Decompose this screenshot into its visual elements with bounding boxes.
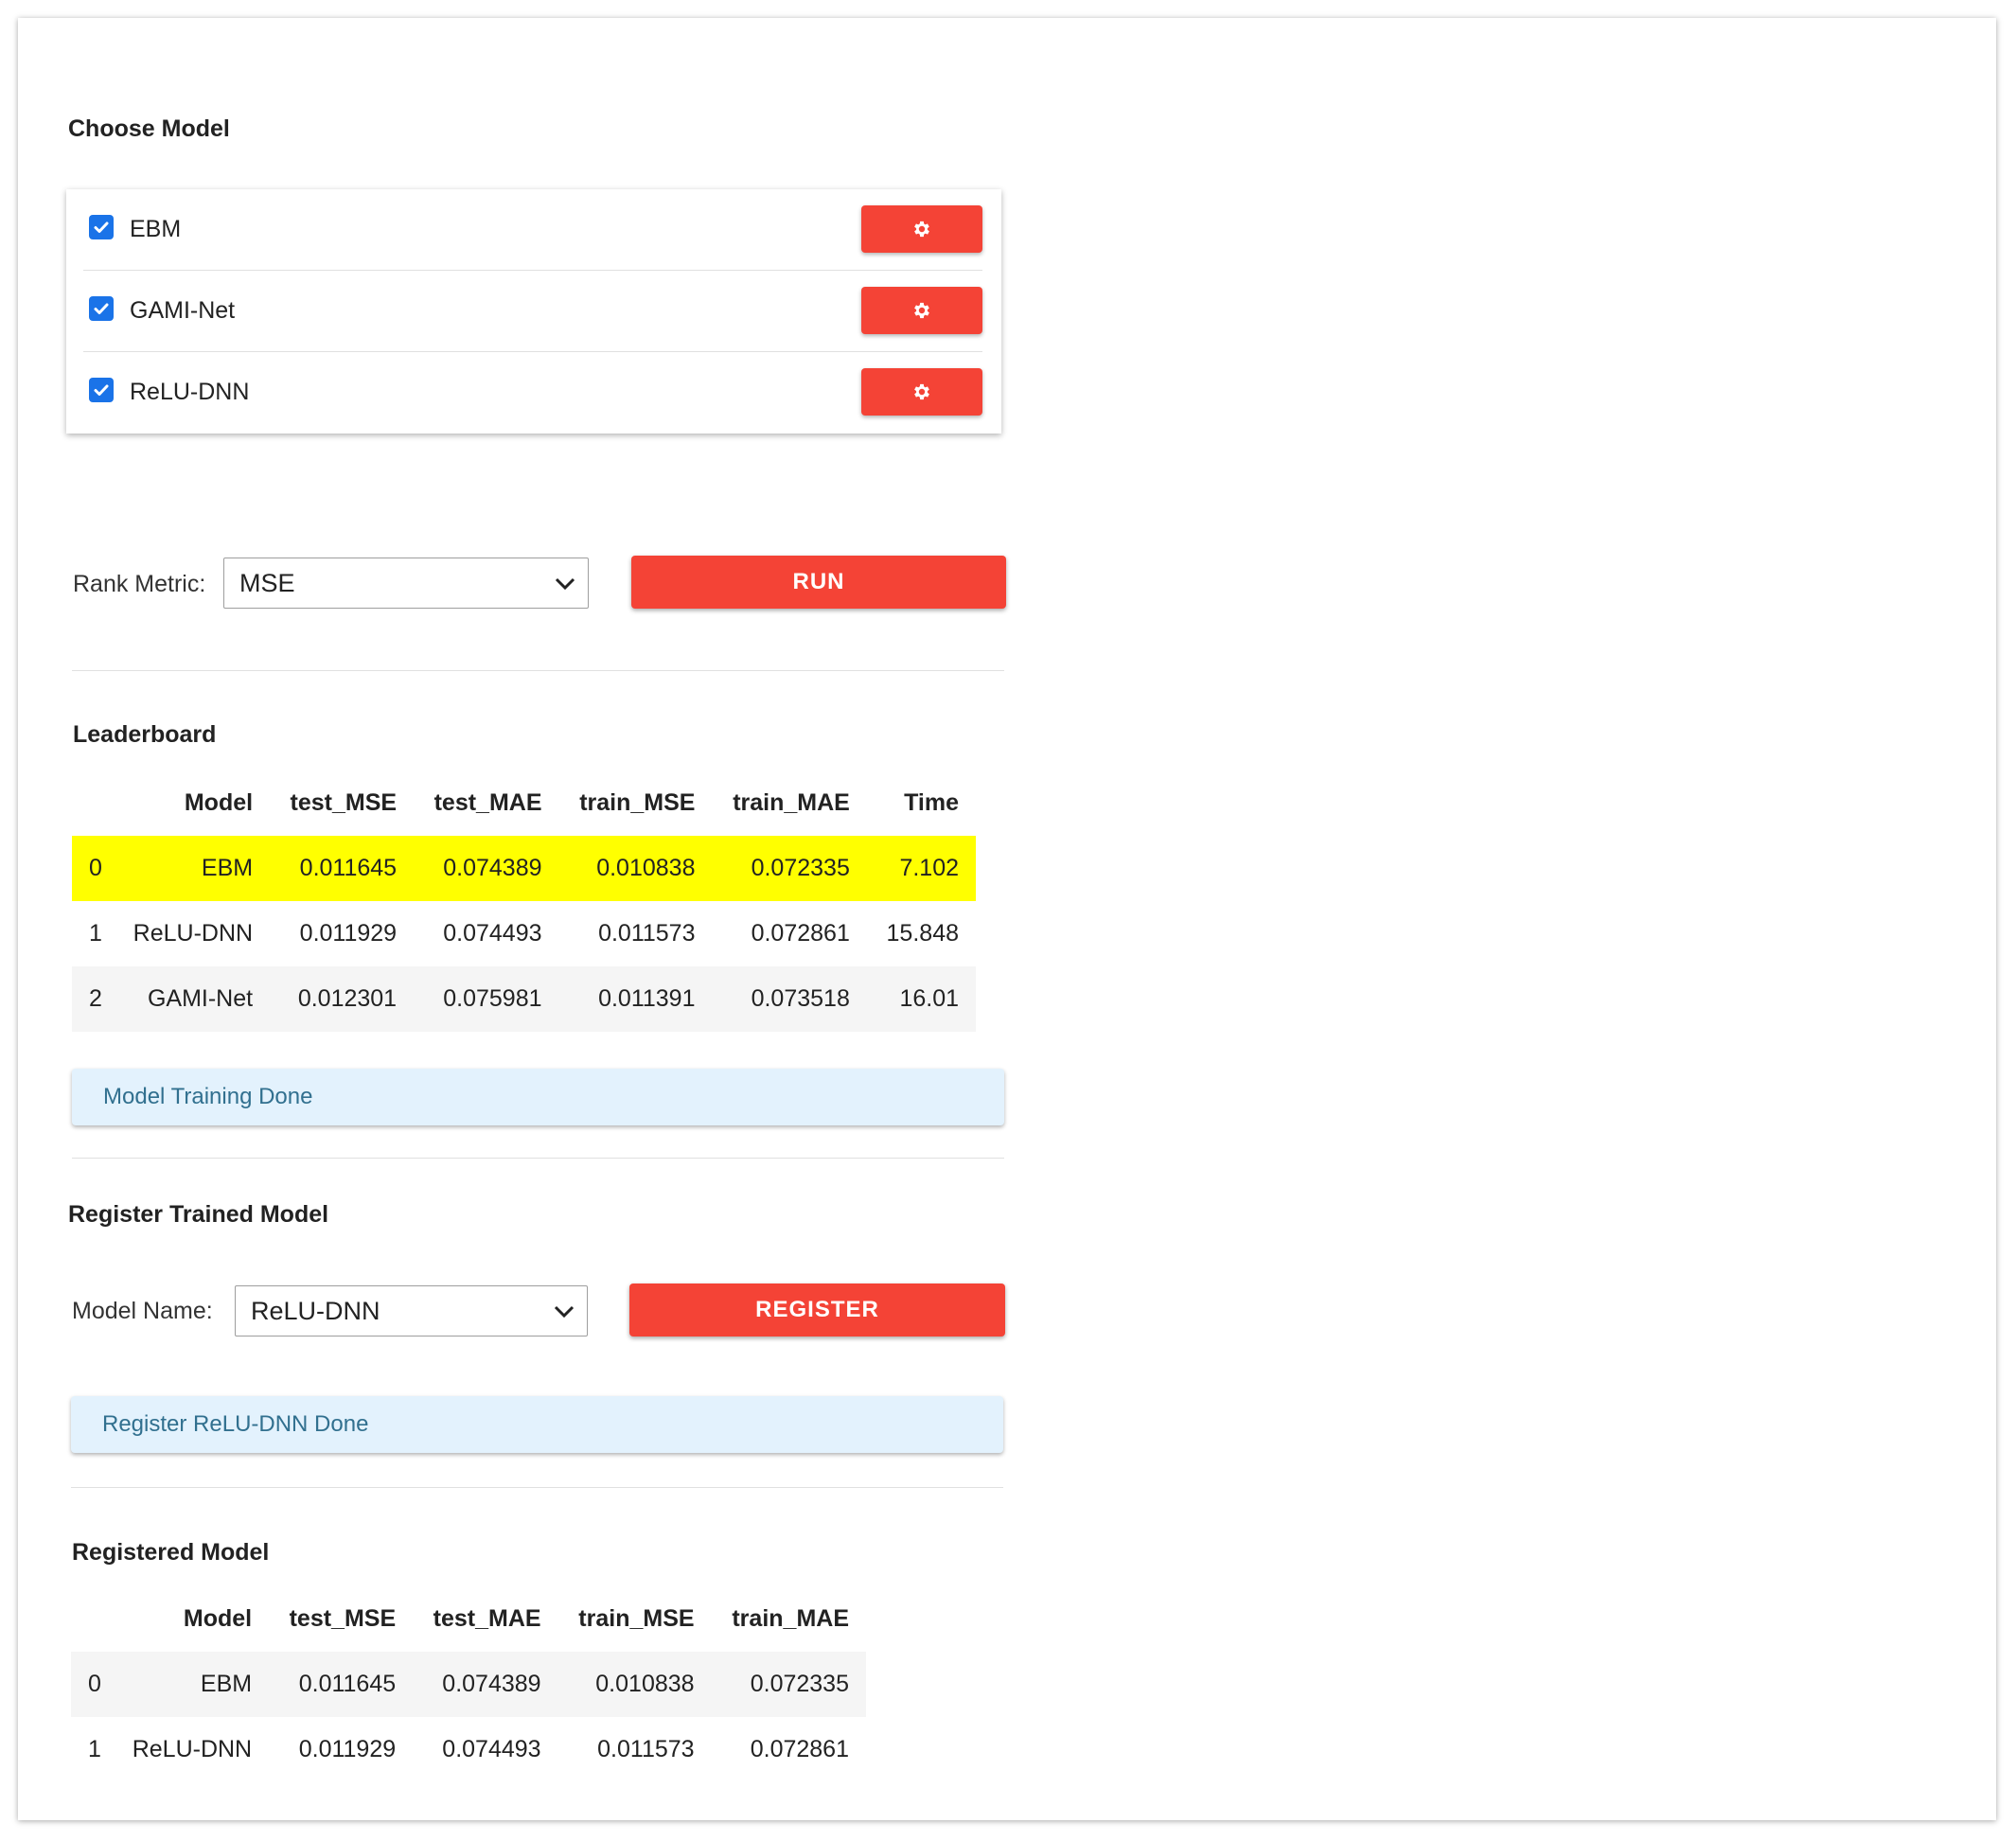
table-cell: 0.011573 bbox=[598, 920, 696, 947]
leaderboard-table: Model test_MSE test_MAE train_MSE train_… bbox=[72, 770, 976, 1032]
table-cell: 0.011645 bbox=[269, 1652, 414, 1717]
divider bbox=[72, 670, 1004, 671]
table-row: 1 ReLU-DNN 0.011929 0.074493 0.011573 0.… bbox=[71, 1717, 866, 1782]
column-header-test-mae: test_MAE bbox=[433, 789, 542, 816]
model-list-panel: EBM GAMI-Net ReLU-DNN bbox=[66, 189, 1001, 434]
choose-model-title: Choose Model bbox=[68, 115, 230, 142]
table-cell: 0.073518 bbox=[712, 966, 867, 1032]
model-name-label: Model Name: bbox=[72, 1298, 213, 1324]
table-cell: EBM bbox=[112, 836, 271, 901]
table-cell: 0.074493 bbox=[442, 1736, 541, 1762]
register-model-title: Register Trained Model bbox=[68, 1201, 329, 1228]
model-name-value: ReLU-DNN bbox=[251, 1296, 380, 1325]
main-card: Choose Model EBM GAMI-Net ReLU-DNN Rank … bbox=[18, 18, 1996, 1820]
gear-icon bbox=[914, 221, 929, 238]
table-cell: 16.01 bbox=[866, 966, 976, 1032]
model-row-relu-dnn: ReLU-DNN bbox=[83, 352, 982, 434]
table-cell: 0.012301 bbox=[270, 966, 415, 1032]
table-cell: 0.074389 bbox=[413, 1652, 558, 1717]
column-header-index bbox=[72, 770, 113, 836]
column-header-test-mae: test_MAE bbox=[433, 1605, 541, 1632]
gear-icon bbox=[914, 302, 929, 319]
checkmark-icon bbox=[94, 303, 109, 314]
table-cell: 7.102 bbox=[866, 836, 976, 901]
rank-metric-label: Rank Metric: bbox=[73, 571, 206, 597]
registered-model-title: Registered Model bbox=[72, 1539, 270, 1566]
table-cell: 0.011645 bbox=[270, 836, 415, 901]
table-cell: 0.072335 bbox=[712, 836, 867, 901]
column-header-train-mae: train_MAE bbox=[733, 789, 850, 816]
chevron-down-icon bbox=[555, 577, 575, 591]
leaderboard-title: Leaderboard bbox=[73, 721, 217, 748]
divider bbox=[71, 1487, 1003, 1488]
column-header-time: Time bbox=[904, 789, 959, 816]
model-name-select[interactable]: ReLU-DNN bbox=[235, 1285, 588, 1336]
table-cell: 0.072335 bbox=[711, 1652, 866, 1717]
gear-icon bbox=[914, 383, 929, 400]
column-header-train-mse: train_MSE bbox=[578, 1605, 695, 1632]
table-cell: 0.011929 bbox=[298, 1736, 397, 1762]
table-row: 0 EBM 0.011645 0.074389 0.010838 0.07233… bbox=[71, 1652, 866, 1717]
ebm-label: EBM bbox=[130, 216, 182, 242]
gami-net-settings-button[interactable] bbox=[861, 287, 982, 334]
relu-dnn-settings-button[interactable] bbox=[861, 368, 982, 416]
table-cell: 0.010838 bbox=[558, 836, 713, 901]
register-button[interactable]: REGISTER bbox=[629, 1283, 1005, 1336]
relu-dnn-label: ReLU-DNN bbox=[130, 379, 250, 405]
table-cell: EBM bbox=[111, 1652, 270, 1717]
table-cell: 1 bbox=[88, 1736, 101, 1762]
column-header-test-mse: test_MSE bbox=[290, 789, 398, 816]
registered-model-table: Model test_MSE test_MAE train_MSE train_… bbox=[71, 1586, 866, 1782]
gami-net-checkbox[interactable] bbox=[89, 296, 114, 321]
checkmark-icon bbox=[94, 384, 109, 396]
checkmark-icon bbox=[94, 221, 109, 233]
table-cell: 1 bbox=[89, 920, 102, 947]
column-header-model: Model bbox=[183, 1605, 253, 1632]
table-cell: 2 bbox=[72, 966, 113, 1032]
table-cell: 0.074389 bbox=[414, 836, 559, 901]
table-cell: 0.011573 bbox=[597, 1736, 695, 1762]
table-row: 1 ReLU-DNN 0.011929 0.074493 0.011573 0.… bbox=[72, 901, 976, 966]
table-cell: 0.011391 bbox=[558, 966, 713, 1032]
table-cell: 0.072861 bbox=[751, 920, 850, 947]
column-header-train-mse: train_MSE bbox=[579, 789, 696, 816]
registered-header-row: Model test_MSE test_MAE train_MSE train_… bbox=[71, 1586, 866, 1652]
rank-metric-select[interactable]: MSE bbox=[223, 558, 589, 609]
column-header-model: Model bbox=[184, 789, 254, 816]
table-row: 0 EBM 0.011645 0.074389 0.010838 0.07233… bbox=[72, 836, 976, 901]
ebm-settings-button[interactable] bbox=[861, 205, 982, 253]
table-cell: 0.010838 bbox=[557, 1652, 712, 1717]
register-done-alert: Register ReLU-DNN Done bbox=[71, 1396, 1003, 1453]
table-cell: ReLU-DNN bbox=[132, 1736, 253, 1762]
divider bbox=[72, 1158, 1004, 1159]
column-header-index bbox=[71, 1586, 112, 1652]
table-cell: 0.074493 bbox=[443, 920, 542, 947]
ebm-checkbox[interactable] bbox=[89, 215, 114, 239]
table-cell: 0.011929 bbox=[299, 920, 398, 947]
table-row: 2 GAMI-Net 0.012301 0.075981 0.011391 0.… bbox=[72, 966, 976, 1032]
table-cell: 0.072861 bbox=[750, 1736, 849, 1762]
column-header-test-mse: test_MSE bbox=[289, 1605, 397, 1632]
model-row-gami-net: GAMI-Net bbox=[83, 271, 982, 352]
training-done-alert: Model Training Done bbox=[72, 1069, 1004, 1125]
table-cell: 15.848 bbox=[886, 920, 959, 947]
column-header-train-mae: train_MAE bbox=[732, 1605, 849, 1632]
leaderboard-header-row: Model test_MSE test_MAE train_MSE train_… bbox=[72, 770, 976, 836]
rank-metric-value: MSE bbox=[239, 568, 295, 597]
table-cell: GAMI-Net bbox=[112, 966, 271, 1032]
run-button[interactable]: RUN bbox=[631, 556, 1006, 609]
table-cell: 0 bbox=[71, 1652, 112, 1717]
gami-net-label: GAMI-Net bbox=[130, 297, 236, 324]
table-cell: 0 bbox=[72, 836, 113, 901]
relu-dnn-checkbox[interactable] bbox=[89, 378, 114, 402]
table-cell: 0.075981 bbox=[414, 966, 559, 1032]
chevron-down-icon bbox=[554, 1305, 575, 1319]
table-cell: ReLU-DNN bbox=[133, 920, 254, 947]
model-row-ebm: EBM bbox=[83, 189, 982, 271]
